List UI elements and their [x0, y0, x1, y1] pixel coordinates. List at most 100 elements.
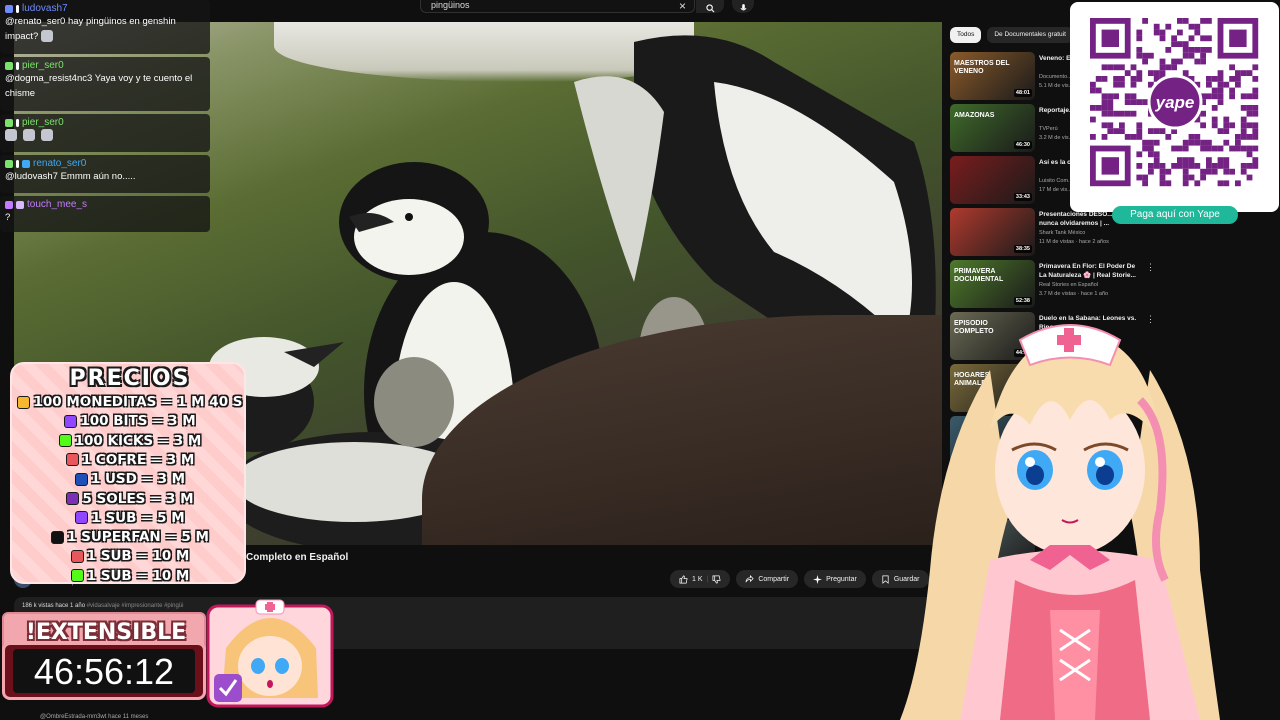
- kick-icon: [70, 569, 84, 582]
- channel-name[interactable]: Documento...: [1039, 74, 1072, 80]
- hashtags[interactable]: #vidasalvaje #impresionante #pingüi: [87, 603, 184, 609]
- youtube-topbar: pingüinos ×: [420, 0, 760, 14]
- stream-canvas: pingüinos × Completo en Español 276 k su…: [0, 0, 1280, 720]
- related-video-item[interactable]: PRIMAVERA DOCUMENTAL 52:38 Primavera En Fl…: [950, 260, 1160, 312]
- video-thumbnail[interactable]: 38:35: [950, 208, 1035, 256]
- video-meta: 11 M de vistas · hace 2 años: [1039, 239, 1109, 245]
- chat-message: pier_ser0 @dogma_resist4nc3 Yaya voy y t…: [0, 57, 210, 111]
- search-button[interactable]: [696, 0, 724, 13]
- filter-chips: Todos De Documentales gratuit: [950, 27, 1073, 43]
- channel-name[interactable]: Luisito Com...: [1039, 178, 1073, 184]
- badge-icon: [16, 4, 19, 13]
- search-icon: [705, 4, 714, 13]
- price-text: 1 COFRE = 3 M: [81, 451, 195, 468]
- chip-documentales[interactable]: De Documentales gratuit: [987, 27, 1073, 43]
- price-text: 100 BITS = 3 M: [80, 413, 196, 430]
- video-duration: 38:35: [1013, 245, 1032, 253]
- badge-icon: [16, 118, 19, 127]
- price-row: 1 SUB = 5 M: [12, 509, 244, 526]
- badge-icon: [5, 61, 13, 70]
- thumbnail-text: AMAZONAS: [954, 112, 995, 119]
- more-icon[interactable]: ⋮: [1146, 262, 1155, 273]
- timer-value: 46:56:12: [33, 651, 175, 692]
- twitch-icon: [75, 511, 89, 525]
- video-title: Completo en Español: [246, 552, 349, 563]
- badge-icon: [5, 159, 13, 168]
- qr-code[interactable]: yape: [1070, 2, 1279, 212]
- channel-name[interactable]: Real Stories en Español: [1039, 282, 1098, 288]
- video-thumbnail[interactable]: PRIMAVERA DOCUMENTAL 52:38: [950, 260, 1035, 308]
- video-thumbnail[interactable]: 33:43: [950, 156, 1035, 204]
- kick-icon: [58, 434, 72, 448]
- price-row: 100 MONEDITAS = 1 M 40 S: [12, 394, 244, 410]
- video-duration: 33:43: [1013, 193, 1032, 201]
- video-title[interactable]: Primavera En Flor: El Poder De La Natura…: [1039, 262, 1143, 280]
- video-meta: 17 M de vis...: [1039, 187, 1072, 193]
- chip-todos[interactable]: Todos: [950, 27, 982, 43]
- chat-message: pier_ser0: [0, 114, 210, 152]
- video-meta: 5.1 M de vis...: [1039, 83, 1074, 89]
- emote-icon: [5, 129, 17, 142]
- clear-search-icon[interactable]: ×: [679, 0, 686, 13]
- sparkle-icon: [813, 574, 823, 584]
- badge-icon: [5, 118, 13, 127]
- price-row: 1 COFRE = 3 M: [12, 451, 244, 468]
- comment-preview: @OmbreEstrada-mm3wt hace 11 meses: [40, 714, 149, 720]
- gift-icon: [70, 549, 84, 563]
- chest-icon: [65, 453, 79, 467]
- video-duration: 52:38: [1013, 297, 1032, 305]
- twitch-icon: [64, 414, 78, 428]
- video-meta: 3.2 M de vis...: [1039, 135, 1074, 141]
- view-stats: 186 k vistas hace 1 año: [22, 603, 86, 609]
- search-input[interactable]: pingüinos: [420, 0, 695, 13]
- like-count: 1 K: [692, 575, 703, 583]
- video-duration: 48:01: [1013, 89, 1032, 97]
- chat-username: touch_mee_s: [27, 199, 88, 210]
- yape-logo: yape: [1155, 93, 1195, 112]
- voice-search-button[interactable]: [732, 0, 754, 13]
- paypal-icon: [74, 472, 88, 486]
- pay-with-yape-label: Paga aquí con Yape: [1112, 206, 1238, 224]
- like-button[interactable]: 1 K |: [670, 570, 731, 588]
- chat-message: ludovash7 @renato_ser0 hay pingüinos en …: [0, 0, 210, 54]
- price-row: 1 SUB = 10 M: [12, 548, 244, 565]
- badge-icon: [16, 61, 19, 70]
- price-text: 1 SUB = 5 M: [91, 509, 185, 526]
- tiktok-icon: [51, 530, 65, 544]
- share-icon: [745, 574, 754, 582]
- channel-name[interactable]: Shark Tank México: [1039, 230, 1085, 236]
- badge-icon: [16, 200, 24, 209]
- chat-message: renato_ser0 @ludovash7 Emmm aún no.....: [0, 155, 210, 193]
- emote-icon: [23, 129, 35, 142]
- price-row: 1 USD = 3 M: [12, 471, 244, 487]
- video-thumbnail[interactable]: MAESTROS DEL VENENO 48:01: [950, 52, 1035, 100]
- price-row: 1 SUB = 10 M: [12, 567, 244, 584]
- emote-icon: [41, 129, 53, 142]
- chat-text: ?: [5, 212, 11, 223]
- price-row: 100 KICKS = 3 M: [12, 432, 244, 449]
- badge-icon: [5, 4, 13, 13]
- vtuber-avatar: [900, 324, 1220, 720]
- chat-username: ludovash7: [22, 3, 68, 14]
- chat-text: @renato_ser0 hay pingüinos en genshin im…: [5, 16, 176, 43]
- price-text: 5 SOLES = 3 M: [82, 490, 194, 507]
- channel-name[interactable]: TVPerú: [1039, 126, 1058, 132]
- chat-username: pier_ser0: [22, 117, 64, 128]
- share-button[interactable]: Compartir: [736, 570, 799, 588]
- badge-icon: [22, 159, 30, 168]
- price-text: 1 SUB = 10 M: [86, 567, 190, 584]
- chat-message: touch_mee_s ?: [0, 196, 210, 232]
- thumbs-down-icon[interactable]: [712, 575, 721, 584]
- chat-username: pier_ser0: [22, 60, 64, 71]
- video-thumbnail[interactable]: AMAZONAS 46:30: [950, 104, 1035, 152]
- microphone-icon: [740, 4, 746, 11]
- chat-username: renato_ser0: [33, 158, 87, 169]
- chat-emotes: [5, 128, 205, 143]
- ask-button[interactable]: Preguntar: [804, 570, 866, 588]
- thumbs-up-icon: [679, 575, 688, 583]
- price-text: 100 KICKS = 3 M: [74, 432, 202, 449]
- thumbnail-text: PRIMAVERA DOCUMENTAL: [954, 268, 1004, 283]
- price-row: 1 SUPERFAN = 5 M: [12, 529, 244, 545]
- coin-icon: [17, 395, 31, 409]
- price-text: 1 SUB = 10 M: [86, 548, 190, 565]
